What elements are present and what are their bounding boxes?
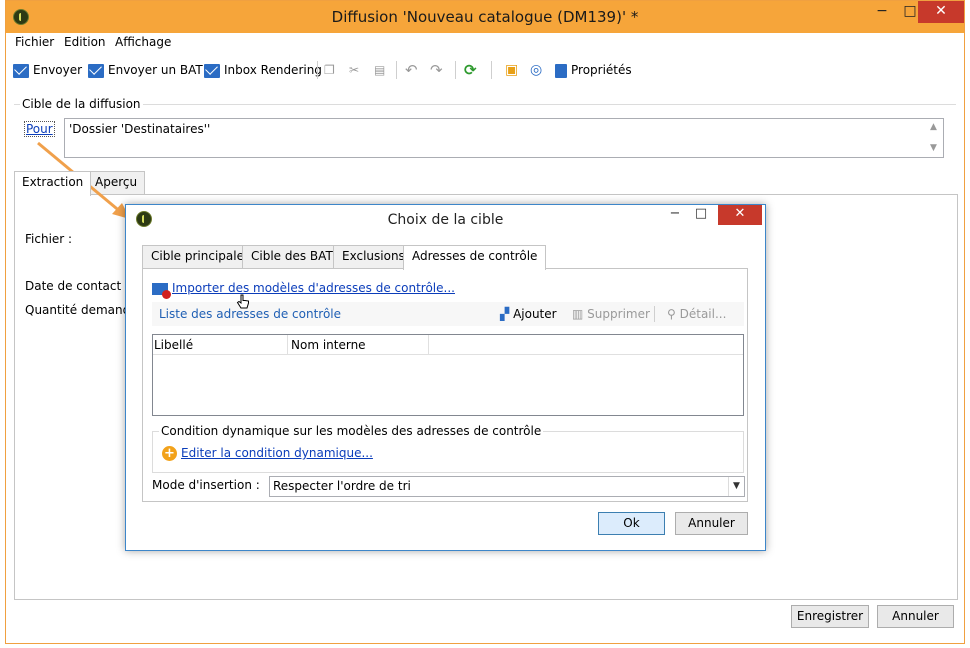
control-addresses-panel: Importer des modèles d'adresses de contr… — [142, 268, 748, 502]
import-models-link[interactable]: Importer des modèles d'adresses de contr… — [172, 281, 455, 295]
hand-cursor-icon — [236, 294, 249, 309]
dynamic-condition-title: Condition dynamique sur les modèles des … — [159, 424, 544, 438]
insertion-mode-select[interactable]: Respecter l'ordre de tri ▼ — [269, 476, 745, 497]
tab-control-addresses[interactable]: Adresses de contrôle — [403, 245, 547, 270]
column-separator — [287, 335, 288, 355]
dialog-minimize-button[interactable]: − — [662, 205, 688, 225]
grid-header: Libellé Nom interne — [153, 335, 743, 355]
dialog-ok-button[interactable]: Ok — [598, 512, 665, 535]
dialog-maximize-button[interactable]: □ — [688, 205, 714, 225]
add-user-icon: ▞ — [500, 307, 510, 321]
column-label[interactable]: Libellé — [154, 338, 193, 352]
edit-condition-link[interactable]: Editer la condition dynamique... — [181, 446, 373, 460]
list-toolbar-separator — [654, 306, 655, 322]
trash-icon: ▥ — [572, 307, 584, 321]
column-separator — [428, 335, 429, 355]
magnifier-icon: ⚲ — [667, 307, 676, 321]
chevron-down-icon[interactable]: ▼ — [728, 477, 744, 496]
dialog-title-bar: Choix de la cible − □ ✕ — [126, 205, 765, 233]
edit-condition-row: + Editer la condition dynamique... — [162, 446, 373, 461]
add-button[interactable]: ▞ Ajouter — [500, 307, 557, 321]
control-addresses-grid[interactable]: Libellé Nom interne — [152, 334, 744, 416]
tab-exclusions[interactable]: Exclusions — [333, 245, 414, 269]
dialog-cancel-button[interactable]: Annuler — [675, 512, 748, 535]
plus-circle-icon: + — [162, 446, 177, 461]
insertion-mode-label: Mode d'insertion : — [152, 478, 260, 492]
insertion-mode-value: Respecter l'ordre de tri — [273, 479, 411, 493]
tab-main-target[interactable]: Cible principale — [142, 245, 253, 269]
list-title: Liste des adresses de contrôle — [159, 307, 342, 321]
import-envelope-icon — [152, 282, 171, 299]
dialog-close-button[interactable]: ✕ — [718, 205, 762, 225]
target-choice-dialog: Choix de la cible − □ ✕ Cible principale… — [125, 204, 766, 551]
import-models-row: Importer des modèles d'adresses de contr… — [152, 281, 455, 299]
detail-button[interactable]: ⚲ Détail... — [667, 307, 726, 321]
tab-bat-target[interactable]: Cible des BAT — [242, 245, 342, 269]
delete-button[interactable]: ▥ Supprimer — [572, 307, 650, 321]
tab-extraction[interactable]: Extraction — [14, 171, 92, 196]
column-internal-name[interactable]: Nom interne — [291, 338, 366, 352]
